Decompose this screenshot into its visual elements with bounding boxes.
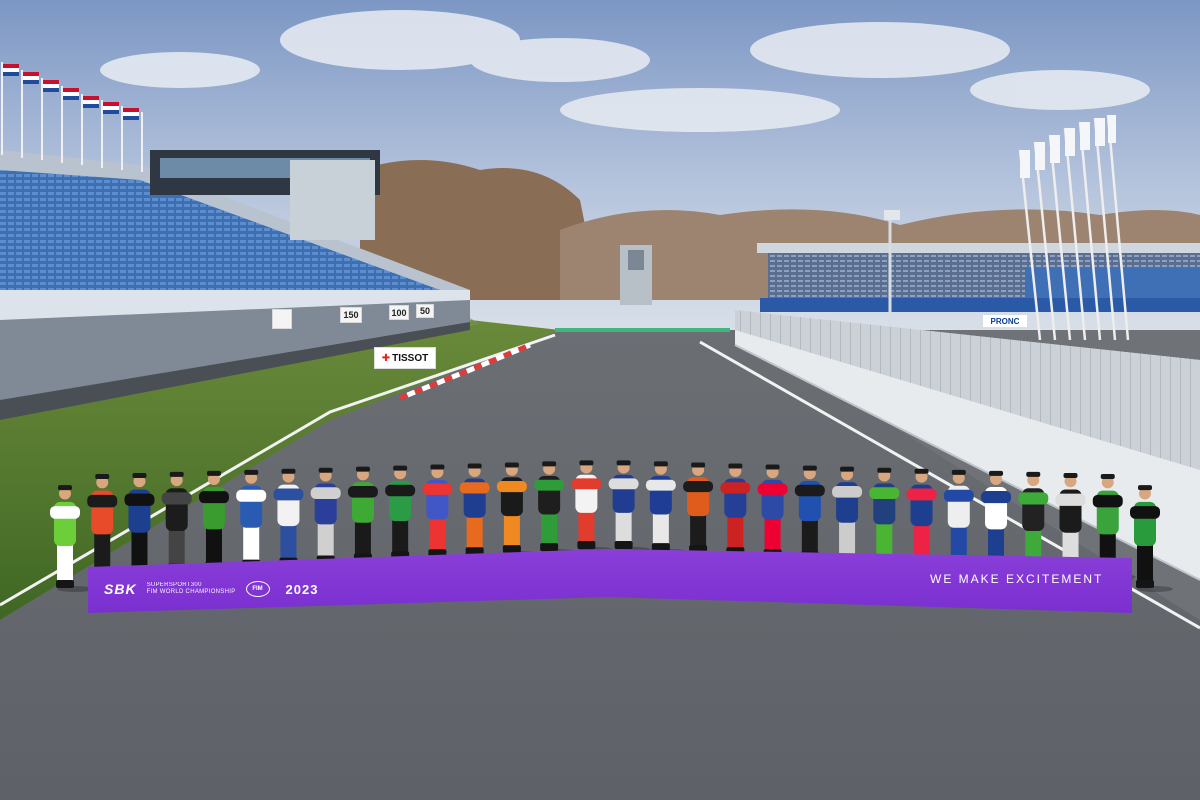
distance-sign-50: 50 — [416, 304, 434, 318]
series-name-line1: SUPERSPORT300 — [146, 582, 202, 588]
right-grandstand — [757, 243, 1200, 312]
marshal-tower — [620, 245, 652, 305]
scene-illustration — [0, 0, 1200, 800]
series-name-line2: FIM WORLD CHAMPIONSHIP — [146, 589, 236, 595]
season-year: 2023 — [285, 581, 319, 597]
series-name: SUPERSPORT300 FIM WORLD CHAMPIONSHIP — [147, 582, 236, 596]
tissot-label: TISSOT — [392, 352, 429, 364]
tissot-sign: ✚ TISSOT — [374, 347, 436, 369]
banner-branding: SBK SUPERSPORT300 FIM WORLD CHAMPIONSHIP… — [104, 574, 318, 604]
fim-logo-icon: FIM — [245, 581, 270, 597]
promo-sign: PRONC — [983, 315, 1027, 327]
swiss-cross-icon: ✚ — [381, 352, 391, 364]
banner-tagline: WE MAKE EXCITEMENT — [930, 572, 1104, 586]
blank-sign — [272, 309, 292, 329]
sbk-logo: SBK — [104, 581, 137, 597]
distance-sign-150: 150 — [340, 307, 362, 323]
distance-sign-100: 100 — [389, 305, 409, 320]
